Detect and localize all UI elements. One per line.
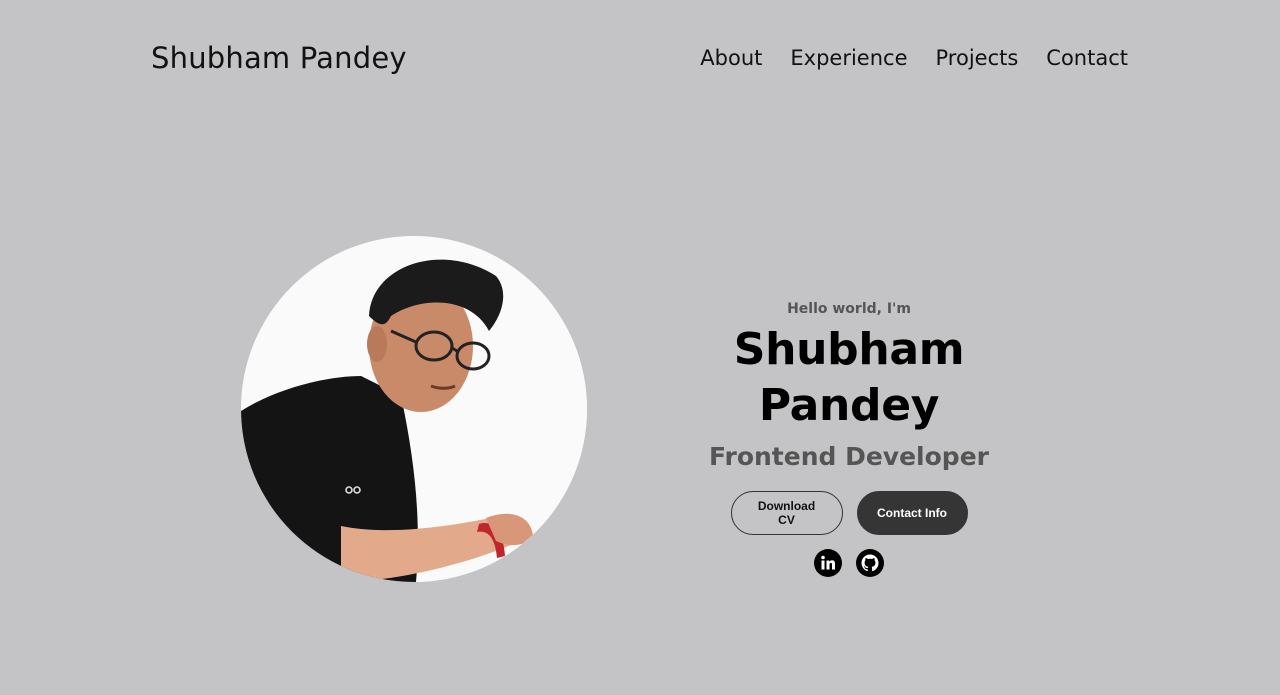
nav-link-contact[interactable]: Contact [1046,42,1128,74]
nav-link-experience[interactable]: Experience [790,42,907,74]
hero-buttons: Download CV Contact Info [649,491,1049,535]
profile-photo-illustration [241,236,587,582]
navbar: Shubham Pandey About Experience Projects… [0,0,1280,116]
contact-info-button[interactable]: Contact Info [856,491,968,535]
role-title: Frontend Developer [709,442,989,471]
nav-link-about[interactable]: About [700,42,762,74]
linkedin-icon[interactable] [814,549,842,577]
nav-link-projects[interactable]: Projects [936,42,1019,74]
greeting-text: Hello world, I'm [787,301,911,317]
hero-section: Hello world, I'm Shubham Pandey Frontend… [649,298,1049,577]
download-cv-button[interactable]: Download CV [730,491,843,535]
site-logo[interactable]: Shubham Pandey [151,38,407,78]
github-icon[interactable] [856,549,884,577]
hero-name: Shubham Pandey [733,324,965,431]
social-links [649,549,1049,577]
nav-links: About Experience Projects Contact [700,42,1128,74]
profile-picture [241,236,587,582]
